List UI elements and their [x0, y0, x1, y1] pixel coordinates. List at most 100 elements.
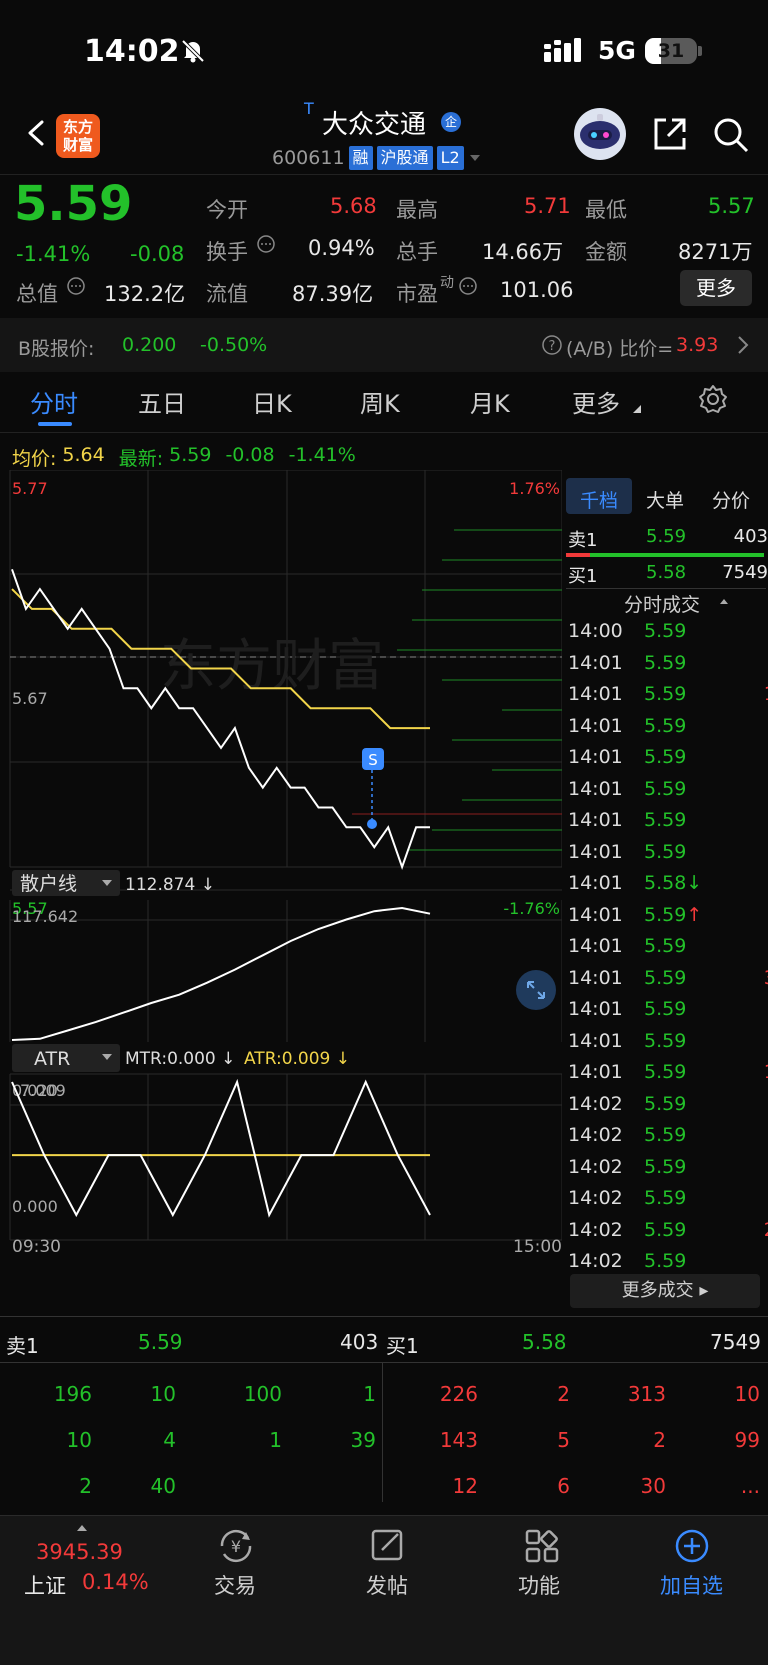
b-share-price: 0.200	[122, 334, 177, 356]
trades-list[interactable]: 14:005.594114:015.599314:015.5914514:015…	[566, 616, 768, 1278]
trade-row: 14:015.59↑6	[566, 900, 768, 932]
bell-muted-icon	[181, 39, 205, 63]
tab-intraday[interactable]: 分时	[30, 384, 78, 419]
trade-price: 5.59	[644, 620, 687, 642]
last-change: -0.08	[225, 444, 275, 466]
info-circle-icon[interactable]	[66, 276, 86, 296]
indicator2-ymin: 0.000	[12, 1197, 58, 1216]
tab-more[interactable]: 更多	[572, 384, 620, 419]
trade-row: 14:01 5.59 145	[566, 679, 768, 711]
ob-cell: 5	[557, 1428, 570, 1452]
trade-row: 14:015.5981	[566, 742, 768, 774]
trade-price: 5.59	[644, 777, 687, 800]
indicator1-line	[11, 906, 431, 1041]
ob-cell: 40	[150, 1474, 176, 1498]
tab-underline	[38, 422, 72, 426]
nav-trade[interactable]: 交易	[214, 1570, 256, 1600]
network-type: 5G	[598, 36, 636, 65]
status-bar: 14:02 5G 31	[0, 0, 768, 100]
trade-row: 14:015.5930	[566, 805, 768, 837]
eastmoney-logo[interactable]: 东方 财富	[56, 114, 100, 158]
add-watchlist-icon[interactable]	[674, 1528, 710, 1564]
trade-row: 14:015.58↓6	[566, 868, 768, 900]
ob-cell: 10	[66, 1428, 92, 1452]
trade-time: 14:01	[568, 998, 623, 1020]
stock-name[interactable]: 大众交通	[322, 104, 426, 141]
info-circle-icon[interactable]	[458, 276, 478, 296]
trade-row: 14:015.5930	[566, 774, 768, 806]
trade-row: 14:015.5919	[566, 837, 768, 869]
tag-margin: 融	[348, 146, 373, 170]
open-label: 今开	[206, 198, 248, 222]
divider	[0, 1316, 768, 1317]
dropdown-triangle-icon	[633, 405, 641, 413]
ob-cell: 196	[53, 1382, 92, 1406]
trade-row: 14:015.5920	[566, 931, 768, 963]
tab-price-dist[interactable]: 分价	[712, 486, 750, 513]
chart-grid	[9, 470, 562, 1241]
trade-time: 14:02	[568, 1187, 623, 1209]
ob-cell: 1	[269, 1428, 282, 1452]
time-end: 15:00	[513, 1237, 562, 1257]
trade-time: 14:01	[568, 651, 623, 674]
divider	[0, 1515, 768, 1516]
trade-price: 5.59	[644, 840, 687, 863]
intraday-chart[interactable]: 5.77 1.76% 5.67 5.57 -1.76% 东方财富 S 散户线 1…	[0, 470, 562, 1310]
assistant-robot-avatar[interactable]	[574, 108, 626, 160]
trade-yuan-icon[interactable]: ¥	[216, 1528, 256, 1564]
battery-icon: 31	[645, 38, 697, 64]
search-icon[interactable]	[712, 116, 750, 154]
index-widget[interactable]: 3945.39 上证 0.14%	[24, 1524, 164, 1604]
tab-order-book[interactable]: 千档	[580, 486, 618, 513]
back-arrow-icon[interactable]	[22, 118, 52, 148]
change-amount: -0.08	[130, 242, 185, 266]
tab-daily-k[interactable]: 日K	[252, 384, 292, 419]
trade-row: 14:025.593	[566, 1183, 768, 1215]
trade-price: 5.59	[644, 935, 687, 957]
question-icon[interactable]: ?	[541, 334, 563, 356]
y-max-label: 5.77	[12, 479, 48, 498]
trade-time: 14:01	[568, 872, 623, 894]
sell1-price: 5.59	[646, 526, 687, 547]
signal-icon	[544, 38, 581, 62]
tab-five-day[interactable]: 五日	[138, 384, 186, 419]
more-button[interactable]: 更多	[680, 270, 752, 306]
enterprise-badge: 企	[441, 112, 461, 132]
nav-functions[interactable]: 功能	[518, 1570, 560, 1600]
tab-big-orders[interactable]: 大单	[646, 486, 684, 513]
trade-time: 14:01	[568, 809, 623, 831]
trade-price: 5.58↓	[644, 872, 703, 894]
ob-cell: 2	[557, 1382, 570, 1406]
post-edit-icon[interactable]	[370, 1528, 406, 1564]
info-circle-icon[interactable]	[256, 234, 276, 254]
ob-cell: 313	[627, 1382, 666, 1406]
pe-sup: 动	[440, 275, 454, 291]
trade-time: 14:01	[568, 714, 623, 737]
trade-time: 14:01	[568, 840, 623, 863]
buy1-price: 5.58	[646, 562, 687, 583]
b-share-row[interactable]: B股报价: 0.200 -0.50% ? (A/B) 比价= 3.93	[0, 318, 768, 372]
tab-monthly-k[interactable]: 月K	[470, 384, 510, 419]
sell-marker[interactable]: S	[362, 748, 384, 829]
chevron-right-icon[interactable]	[736, 335, 750, 355]
trade-row: 14:025.5950	[566, 1089, 768, 1121]
gear-icon[interactable]	[698, 384, 728, 414]
avg-value: 5.64	[62, 444, 105, 466]
trade-volume: 102	[764, 1057, 768, 1089]
last-percent: -1.41%	[288, 444, 356, 466]
trades-title: 分时成交	[624, 594, 701, 616]
more-trades-button[interactable]: 更多成交 ▸	[570, 1274, 760, 1308]
nav-post[interactable]: 发帖	[366, 1570, 408, 1600]
tab-weekly-k[interactable]: 周K	[360, 384, 400, 419]
sort-up-icon[interactable]	[718, 596, 730, 606]
functions-grid-icon[interactable]	[524, 1528, 560, 1564]
stock-code-row[interactable]: 600611 融 沪股通 L2	[272, 146, 482, 170]
trade-row: 14:005.5941	[566, 616, 768, 648]
fullscreen-button[interactable]	[516, 970, 556, 1010]
share-icon[interactable]	[652, 116, 688, 152]
indicator2-mtr: MTR:0.000 ↓	[125, 1049, 235, 1069]
b-share-label: B股报价:	[18, 338, 95, 360]
ob-cell: 4	[163, 1428, 176, 1452]
nav-add-watchlist[interactable]: 加自选	[660, 1570, 723, 1600]
ob-cell: 2	[653, 1428, 666, 1452]
